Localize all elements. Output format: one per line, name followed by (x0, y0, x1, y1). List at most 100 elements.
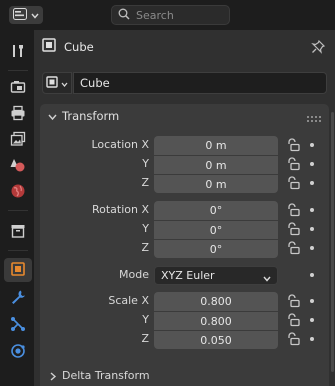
printer-icon (10, 105, 26, 124)
context-header: Cube (42, 38, 94, 55)
scale-z-row: Z 0.050 (40, 330, 329, 349)
delta-transform-title: Delta Transform (62, 369, 150, 382)
keyframe-dot-icon[interactable] (310, 337, 314, 341)
location-y-field[interactable]: 0 m (154, 155, 278, 174)
transform-panel: Transform Location X 0 m Y 0 m Z 0 m Rot… (40, 104, 329, 386)
keyframe-dot-icon[interactable] (310, 299, 314, 303)
collection-tab[interactable] (6, 220, 30, 244)
location-z-field[interactable]: 0 m (154, 174, 278, 193)
scene-tab[interactable] (6, 154, 30, 178)
scale-x-field[interactable]: 0.800 (154, 292, 278, 311)
pin-button[interactable] (311, 39, 326, 57)
transform-title: Transform (62, 109, 120, 123)
object-name-input[interactable]: Cube (73, 72, 327, 94)
panel-scrollbar[interactable] (331, 112, 334, 372)
scale-x-row: Scale X 0.800 (40, 292, 329, 311)
properties-editor-icon (13, 7, 27, 23)
keyframe-dot-icon[interactable] (310, 162, 314, 166)
scale-y-label: Y (142, 313, 149, 326)
object-tab[interactable] (4, 258, 32, 282)
object-name-label: Cube (64, 39, 94, 54)
rotation-y-label: Y (142, 222, 149, 235)
particles-tab[interactable] (6, 313, 30, 337)
object-type-dropdown[interactable] (42, 72, 72, 94)
search-field[interactable] (111, 5, 230, 25)
keyframe-dot-icon[interactable] (310, 227, 314, 231)
wrench-icon (10, 289, 26, 308)
rotation-x-label: Rotation X (91, 203, 149, 216)
lock-icon[interactable] (286, 176, 300, 193)
cone-sphere-icon (10, 157, 26, 176)
view-layer-tab[interactable] (6, 128, 30, 152)
keyframe-dot-icon[interactable] (310, 246, 314, 250)
location-z-row: Z 0 m (40, 174, 329, 193)
object-square-icon (42, 38, 56, 55)
keyframe-dot-icon[interactable] (310, 273, 314, 277)
chevron-right-icon (50, 371, 57, 384)
particles-icon (10, 316, 26, 335)
location-y-row: Y 0 m (40, 155, 329, 174)
collection-box-icon (10, 223, 26, 242)
editor-type-button[interactable] (9, 6, 43, 24)
scale-y-field[interactable]: 0.800 (154, 311, 278, 330)
modifier-tab[interactable] (6, 286, 30, 310)
render-tab[interactable] (6, 76, 30, 100)
keyframe-dot-icon[interactable] (310, 181, 314, 185)
scale-x-label: Scale X (108, 294, 149, 307)
scale-z-field[interactable]: 0.050 (154, 330, 278, 349)
search-icon (118, 8, 130, 23)
chevron-down-icon (31, 9, 39, 22)
object-square-icon (10, 261, 26, 280)
delta-transform-header[interactable]: Delta Transform (40, 366, 329, 386)
lock-icon[interactable] (286, 332, 300, 349)
drag-grip-icon[interactable] (307, 112, 321, 125)
chevron-down-icon (263, 272, 271, 285)
rotation-y-row: Y 0° (40, 220, 329, 239)
rotation-z-row: Z 0° (40, 239, 329, 258)
location-x-label: Location X (91, 138, 149, 151)
rotation-mode-dropdown[interactable]: XYZ Euler (154, 266, 278, 285)
rotation-x-row: Rotation X 0° (40, 201, 329, 220)
rotation-mode-label: Mode (119, 268, 149, 281)
lock-icon[interactable] (286, 138, 300, 155)
keyframe-dot-icon[interactable] (310, 143, 314, 147)
object-square-icon (46, 75, 58, 91)
lock-icon[interactable] (286, 241, 300, 258)
chevron-down-icon (48, 111, 57, 124)
rotation-z-label: Z (141, 241, 149, 254)
world-tab[interactable] (6, 180, 30, 204)
chevron-down-icon (61, 77, 68, 90)
rotation-z-field[interactable]: 0° (154, 239, 278, 258)
location-y-label: Y (142, 157, 149, 170)
wrench-screwdriver-icon (10, 43, 26, 62)
pin-icon (311, 39, 326, 57)
scale-z-label: Z (141, 332, 149, 345)
camera-back-icon (10, 79, 26, 98)
image-stack-icon (10, 131, 26, 150)
lock-icon[interactable] (286, 294, 300, 311)
rotation-x-field[interactable]: 0° (154, 201, 278, 220)
lock-icon[interactable] (286, 313, 300, 330)
location-x-row: Location X 0 m (40, 136, 329, 155)
scale-y-row: Y 0.800 (40, 311, 329, 330)
lock-icon[interactable] (286, 203, 300, 220)
rotation-y-field[interactable]: 0° (154, 220, 278, 239)
rotation-mode-value: XYZ Euler (161, 269, 215, 282)
physics-tab[interactable] (6, 340, 30, 364)
properties-panel: Cube Cube Transform Location X 0 m Y 0 m… (34, 30, 335, 386)
output-tab[interactable] (6, 102, 30, 126)
keyframe-dot-icon[interactable] (310, 208, 314, 212)
transform-header[interactable]: Transform (40, 104, 329, 128)
top-bar (0, 0, 335, 30)
keyframe-dot-icon[interactable] (310, 318, 314, 322)
location-x-field[interactable]: 0 m (154, 136, 278, 155)
tool-tab[interactable] (6, 40, 30, 64)
lock-icon[interactable] (286, 222, 300, 239)
rotation-mode-row: Mode XYZ Euler (40, 266, 329, 285)
search-input[interactable] (136, 8, 216, 22)
lock-icon[interactable] (286, 157, 300, 174)
physics-orbit-icon (10, 343, 26, 362)
object-name-field: Cube (42, 72, 327, 94)
world-globe-icon (10, 183, 26, 202)
location-z-label: Z (141, 176, 149, 189)
